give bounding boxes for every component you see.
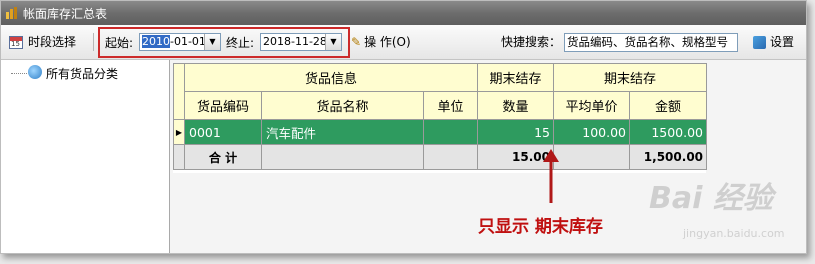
row-header-corner	[173, 63, 185, 120]
quick-search-label: 快捷搜索：	[501, 35, 562, 49]
summary-empty-name	[261, 144, 424, 170]
summary-empty-unit	[423, 144, 478, 170]
column-header-name[interactable]: 货品名称	[261, 91, 424, 120]
cell-unit[interactable]	[423, 119, 478, 145]
app-window: 帐面库存汇总表 时段选择 起始: 2010-01-01 ▼ 终止: 2018-1…	[0, 0, 807, 254]
operate-button[interactable]: ✎ 操 作(O)	[351, 25, 411, 59]
app-icon	[6, 7, 17, 19]
quick-search-input[interactable]: 货品编码、货品名称、规格型号	[564, 33, 738, 52]
toolbar-separator	[93, 33, 94, 51]
column-header-qty[interactable]: 数量	[477, 91, 554, 120]
category-icon	[28, 65, 42, 79]
annotation-text: 只显示 期末库存	[478, 217, 603, 237]
end-date-label: 终止:	[226, 36, 255, 50]
summary-empty-price	[553, 144, 630, 170]
column-header-avg-price[interactable]: 平均单价	[553, 91, 630, 120]
column-header-code[interactable]: 货品编码	[184, 91, 262, 120]
cell-code[interactable]: 0001	[184, 119, 262, 145]
summary-label: 合 计	[184, 144, 262, 170]
start-date-label: 起始:	[105, 36, 134, 50]
watermark: Bai 经验 jingyan.baidu.com	[649, 173, 785, 240]
window-title: 帐面库存汇总表	[23, 7, 108, 21]
tree-item-all-categories[interactable]: 所有货品分类	[46, 65, 118, 82]
annotation-arrow	[543, 149, 559, 203]
tree-connector	[11, 73, 27, 74]
calendar-icon	[9, 36, 23, 49]
cell-amount[interactable]: 1500.00	[628, 119, 708, 145]
period-select-button[interactable]: 时段选择	[9, 25, 76, 59]
settings-button[interactable]: 设置	[753, 25, 794, 59]
edit-icon: ✎	[351, 35, 362, 49]
start-date-selected-text: 2010	[142, 35, 170, 48]
cell-avg-price[interactable]: 100.00	[553, 119, 630, 145]
group-header-closing-stock-qty: 期末结存	[477, 63, 554, 92]
column-header-unit[interactable]: 单位	[423, 91, 478, 120]
operate-label: 操 作(O)	[364, 35, 411, 49]
end-date-text: 2018-11-28	[263, 35, 327, 48]
end-date-picker[interactable]: 2018-11-28 ▼	[260, 33, 342, 51]
summary-row: 合 计 15.00 1,500.00	[173, 144, 708, 170]
start-date-text: -01-01	[170, 35, 206, 48]
title-bar: 帐面库存汇总表	[1, 1, 806, 25]
chevron-down-icon[interactable]: ▼	[325, 34, 341, 50]
settings-icon	[753, 36, 766, 49]
cell-name[interactable]: 汽车配件	[261, 119, 424, 145]
settings-label: 设置	[770, 35, 795, 49]
inventory-grid: 货品信息 期末结存 期末结存 货品编码 货品名称 单位 数量 平均单价 金额 ▶…	[173, 63, 708, 173]
group-header-goods-info: 货品信息	[184, 63, 478, 92]
row-pointer-icon: ▶	[173, 119, 185, 145]
category-tree: 所有货品分类	[1, 60, 170, 253]
watermark-logo-text: Bai 经验	[649, 181, 773, 216]
start-date-picker[interactable]: 2010-01-01 ▼	[139, 33, 221, 51]
cell-qty[interactable]: 15	[477, 119, 554, 145]
watermark-url: jingyan.baidu.com	[683, 227, 785, 240]
group-header-closing-stock-value: 期末结存	[552, 63, 708, 92]
table-row[interactable]: ▶ 0001 汽车配件 15 100.00 1500.00	[173, 119, 708, 145]
chevron-down-icon[interactable]: ▼	[204, 34, 220, 50]
inventory-table: 货品信息 期末结存 期末结存 货品编码 货品名称 单位 数量 平均单价 金额 ▶…	[173, 63, 708, 170]
summary-row-header	[173, 144, 185, 170]
summary-amount: 1,500.00	[628, 144, 708, 170]
period-select-label: 时段选择	[28, 35, 77, 49]
column-header-amount[interactable]: 金额	[628, 91, 708, 120]
